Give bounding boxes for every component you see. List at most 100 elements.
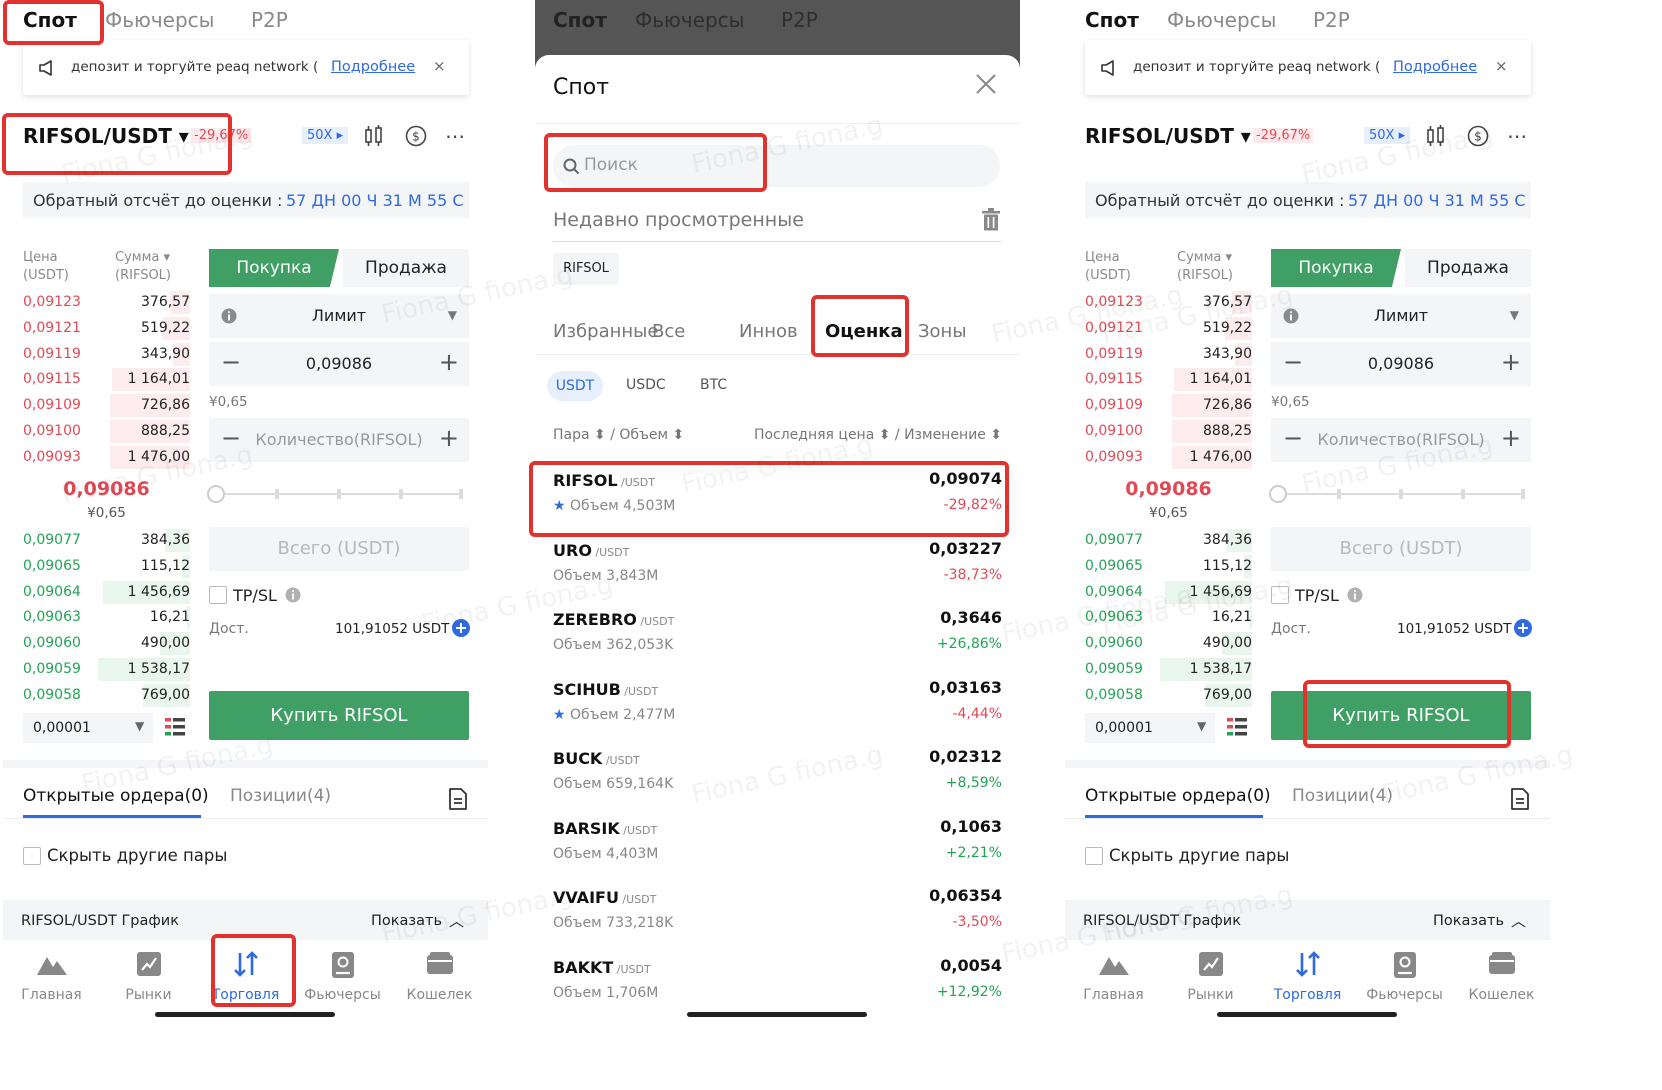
hide-other-pairs-checkbox[interactable] [1085, 847, 1103, 865]
orderbook-amount-header[interactable]: Сумма ▾ (RIFSOL) [1177, 249, 1233, 285]
ask-row[interactable]: 0,09123 376,57 [1085, 290, 1252, 315]
tab-spot[interactable]: Спот [23, 8, 77, 32]
ask-row[interactable]: 0,09119 343,90 [1085, 342, 1252, 367]
tab-spot[interactable]: Спот [553, 8, 607, 32]
candlestick-icon[interactable] [363, 125, 385, 147]
tab-positions[interactable]: Позиции(4) [1292, 786, 1393, 806]
buy-rifsol-button[interactable]: Купить RIFSOL [209, 691, 469, 740]
ask-row[interactable]: 0,09093 1 476,00 [23, 445, 190, 470]
nav-trade[interactable]: Торговля [1259, 945, 1356, 1015]
plus-icon[interactable]: + [1501, 424, 1521, 452]
pair-selector[interactable]: RIFSOL/USDT ▾ [1085, 124, 1251, 148]
price-input[interactable]: 0,09086 [209, 354, 469, 373]
nav-trade[interactable]: Торговля [197, 945, 294, 1015]
slider-handle[interactable] [207, 485, 225, 503]
precision-select[interactable]: 0,00001 ▼ [1085, 713, 1215, 743]
quantity-placeholder[interactable]: Количество(RIFSOL) [1271, 430, 1531, 449]
orderbook-amount-header[interactable]: Сумма ▾ (RIFSOL) [115, 249, 171, 285]
tpsl-checkbox[interactable] [209, 586, 227, 604]
bid-row[interactable]: 0,09063 16,21 [23, 605, 190, 630]
bid-row[interactable]: 0,09077 384,36 [1085, 528, 1252, 553]
nav-futures[interactable]: Фьючерсы [1356, 945, 1453, 1015]
dollar-coin-icon[interactable]: $ [1467, 125, 1489, 147]
leverage-badge[interactable]: 50X ▸ [302, 127, 349, 144]
buy-tab[interactable]: Покупка [209, 249, 339, 287]
pair-row[interactable]: SCIHUB /USDT ★ Объем 2,477M 0,03163 -4,44% [535, 666, 1020, 736]
tpsl-checkbox[interactable] [1271, 586, 1289, 604]
banner-more-link[interactable]: Подробнее [331, 59, 415, 75]
info-icon[interactable] [285, 587, 301, 603]
star-icon[interactable]: ★ [553, 498, 570, 514]
ask-row[interactable]: 0,09115 1 164,01 [1085, 367, 1252, 392]
sell-tab[interactable]: Продажа [343, 249, 469, 287]
category-tab[interactable]: Все [652, 321, 685, 342]
quantity-placeholder[interactable]: Количество(RIFSOL) [209, 430, 469, 449]
quantity-stepper[interactable]: − Количество(RIFSOL) + [1271, 418, 1531, 462]
chevron-up-icon[interactable]: ︿ [1511, 910, 1526, 931]
tab-p2p[interactable]: P2P [251, 8, 288, 32]
pair-row[interactable]: ZEREBRO /USDT Объем 362,053K 0,3646 +26,86% [535, 596, 1020, 666]
banner-more-link[interactable]: Подробнее [1393, 59, 1477, 75]
tab-futures[interactable]: Фьючерсы [105, 8, 214, 32]
ask-row[interactable]: 0,09121 519,22 [23, 316, 190, 341]
tab-futures[interactable]: Фьючерсы [635, 8, 744, 32]
pair-row[interactable]: BAKKT /USDT Объем 1,706M 0,0054 +12,92% [535, 944, 1020, 1014]
bid-row[interactable]: 0,09077 384,36 [23, 528, 190, 553]
bid-row[interactable]: 0,09060 490,00 [1085, 631, 1252, 656]
buy-rifsol-button[interactable]: Купить RIFSOL [1271, 691, 1531, 740]
trash-icon[interactable] [981, 208, 1001, 232]
tab-open-orders[interactable]: Открытые ордера(0) [23, 786, 209, 806]
candlestick-icon[interactable] [1425, 125, 1447, 147]
total-input[interactable]: Всего (USDT) [1271, 527, 1531, 571]
banner-close-icon[interactable]: × [433, 57, 446, 75]
tab-p2p[interactable]: P2P [781, 8, 818, 32]
category-tab[interactable]: Зоны [918, 321, 967, 342]
pair-selector[interactable]: RIFSOL/USDT ▾ [23, 124, 189, 148]
ask-row[interactable]: 0,09123 376,57 [23, 290, 190, 315]
bid-row[interactable]: 0,09058 769,00 [1085, 683, 1252, 708]
ask-row[interactable]: 0,09119 343,90 [23, 342, 190, 367]
dollar-coin-icon[interactable]: $ [405, 125, 427, 147]
nav-markets[interactable]: Рынки [100, 945, 197, 1015]
tab-open-orders[interactable]: Открытые ордера(0) [1085, 786, 1271, 806]
nav-wallet[interactable]: Кошелек [1453, 945, 1550, 1015]
category-tab[interactable]: Оценка [825, 321, 903, 342]
column-pair-volume[interactable]: Пара ⬍ / Объем ⬍ [553, 427, 684, 443]
chevron-up-icon[interactable]: ︿ [449, 910, 464, 931]
orderbook-layout-icon[interactable] [165, 718, 185, 736]
bid-row[interactable]: 0,09059 1 538,17 [23, 657, 190, 682]
bid-row[interactable]: 0,09058 769,00 [23, 683, 190, 708]
price-input[interactable]: 0,09086 [1271, 354, 1531, 373]
bid-row[interactable]: 0,09064 1 456,69 [1085, 580, 1252, 605]
chart-show-label[interactable]: Показать [371, 913, 442, 929]
order-history-icon[interactable] [449, 788, 467, 810]
leverage-badge[interactable]: 50X ▸ [1364, 127, 1411, 144]
ask-row[interactable]: 0,09109 726,86 [1085, 393, 1252, 418]
quote-usdc[interactable]: USDC [626, 377, 666, 393]
pair-row[interactable]: VVAIFU /USDT Объем 733,218K 0,06354 -3,50% [535, 874, 1020, 944]
order-type-select[interactable]: Лимит ▼ [1271, 294, 1531, 338]
plus-icon[interactable]: + [439, 348, 459, 376]
bid-row[interactable]: 0,09065 115,12 [23, 554, 190, 579]
ask-row[interactable]: 0,09109 726,86 [23, 393, 190, 418]
nav-wallet[interactable]: Кошелек [391, 945, 488, 1015]
pair-row[interactable]: URO /USDT Объем 3,843M 0,03227 -38,73% [535, 527, 1020, 597]
ask-row[interactable]: 0,09121 519,22 [1085, 316, 1252, 341]
plus-icon[interactable]: + [1501, 348, 1521, 376]
pair-row[interactable]: BUCK /USDT Объем 659,164K 0,02312 +8,59% [535, 735, 1020, 805]
total-input[interactable]: Всего (USDT) [209, 527, 469, 571]
nav-markets[interactable]: Рынки [1162, 945, 1259, 1015]
price-stepper[interactable]: − 0,09086 + [1271, 342, 1531, 386]
chart-bar[interactable]: RIFSOL/USDT График Показать ︿ [1065, 900, 1550, 940]
tab-p2p[interactable]: P2P [1313, 8, 1350, 32]
tab-spot[interactable]: Спот [1085, 8, 1139, 32]
search-input[interactable]: Поиск [553, 145, 1000, 187]
quantity-stepper[interactable]: − Количество(RIFSOL) + [209, 418, 469, 462]
category-tab[interactable]: Избранные [553, 321, 658, 342]
info-icon[interactable] [1347, 587, 1363, 603]
amount-slider[interactable] [1269, 485, 1525, 503]
slider-handle[interactable] [1269, 485, 1287, 503]
more-icon[interactable]: ⋯ [1507, 124, 1528, 148]
nav-futures[interactable]: Фьючерсы [294, 945, 391, 1015]
chart-show-label[interactable]: Показать [1433, 913, 1504, 929]
